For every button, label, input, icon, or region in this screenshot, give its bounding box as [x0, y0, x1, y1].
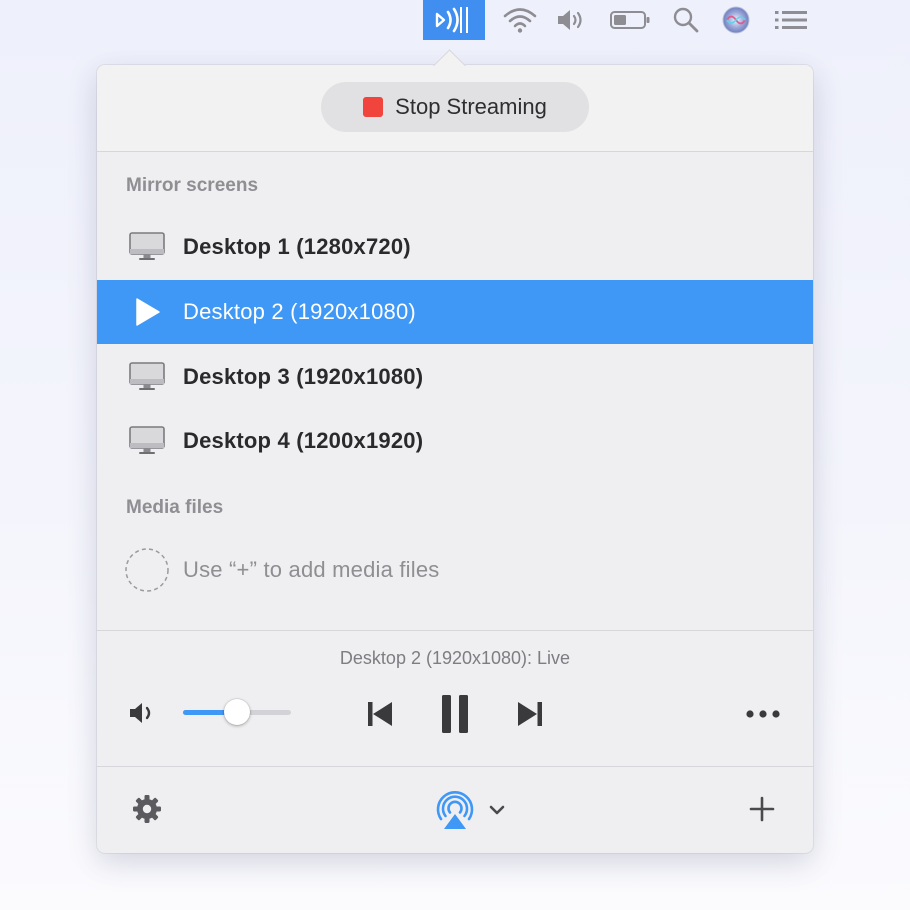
list-item-label: Desktop 2 (1920x1080) — [183, 299, 416, 324]
divider — [97, 766, 813, 767]
chevron-down-icon[interactable] — [485, 798, 509, 822]
volume-icon[interactable] — [553, 0, 589, 40]
volume-icon[interactable] — [125, 697, 161, 729]
plus-icon[interactable] — [745, 792, 779, 826]
airplay-stream-menu-icon[interactable] — [423, 0, 485, 40]
play-icon — [117, 297, 177, 327]
volume-slider[interactable] — [183, 699, 291, 725]
stop-streaming-button[interactable]: Stop Streaming — [321, 82, 589, 132]
list-item-desktop-3[interactable]: Desktop 3 (1920x1080) — [97, 345, 813, 409]
previous-track-icon[interactable] — [361, 695, 399, 733]
siri-icon[interactable] — [719, 0, 753, 40]
mirror-screens-heading: Mirror screens — [126, 175, 259, 196]
volume-slider-thumb[interactable] — [224, 699, 250, 725]
list-item-label: Desktop 3 (1920x1080) — [183, 364, 424, 389]
streaming-popover: Stop Streaming Mirror screens Desktop 1 … — [97, 65, 813, 853]
dashed-circle-icon — [117, 546, 177, 594]
stop-square-icon — [363, 97, 384, 117]
list-item-desktop-1[interactable]: Desktop 1 (1280x720) — [97, 215, 813, 279]
battery-icon[interactable] — [607, 0, 653, 40]
media-files-hint: Use “+” to add media files — [183, 557, 440, 582]
list-item-label: Desktop 4 (1200x1920) — [183, 428, 424, 453]
monitor-icon — [117, 231, 177, 263]
search-icon[interactable] — [670, 0, 702, 40]
media-files-heading: Media files — [126, 497, 224, 518]
popover-header: Stop Streaming — [97, 65, 813, 152]
list-item-desktop-4[interactable]: Desktop 4 (1200x1920) — [97, 409, 813, 473]
list-item-desktop-2[interactable]: Desktop 2 (1920x1080) — [97, 280, 813, 344]
pause-icon[interactable] — [433, 689, 477, 739]
media-files-placeholder: Use “+” to add media files — [97, 538, 813, 602]
now-playing-label: Desktop 2 (1920x1080): Live — [339, 648, 571, 668]
list-item-label: Desktop 1 (1280x720) — [183, 234, 411, 259]
wifi-icon[interactable] — [500, 0, 540, 40]
divider — [97, 630, 813, 631]
more-icon[interactable] — [741, 699, 785, 729]
stop-streaming-label: Stop Streaming — [395, 94, 547, 119]
monitor-icon — [117, 425, 177, 457]
list-icon[interactable] — [771, 0, 811, 40]
next-track-icon[interactable] — [511, 695, 549, 733]
gear-icon[interactable] — [130, 792, 164, 826]
airplay-icon[interactable] — [432, 787, 478, 833]
menu-bar — [0, 0, 910, 40]
monitor-icon — [117, 361, 177, 393]
